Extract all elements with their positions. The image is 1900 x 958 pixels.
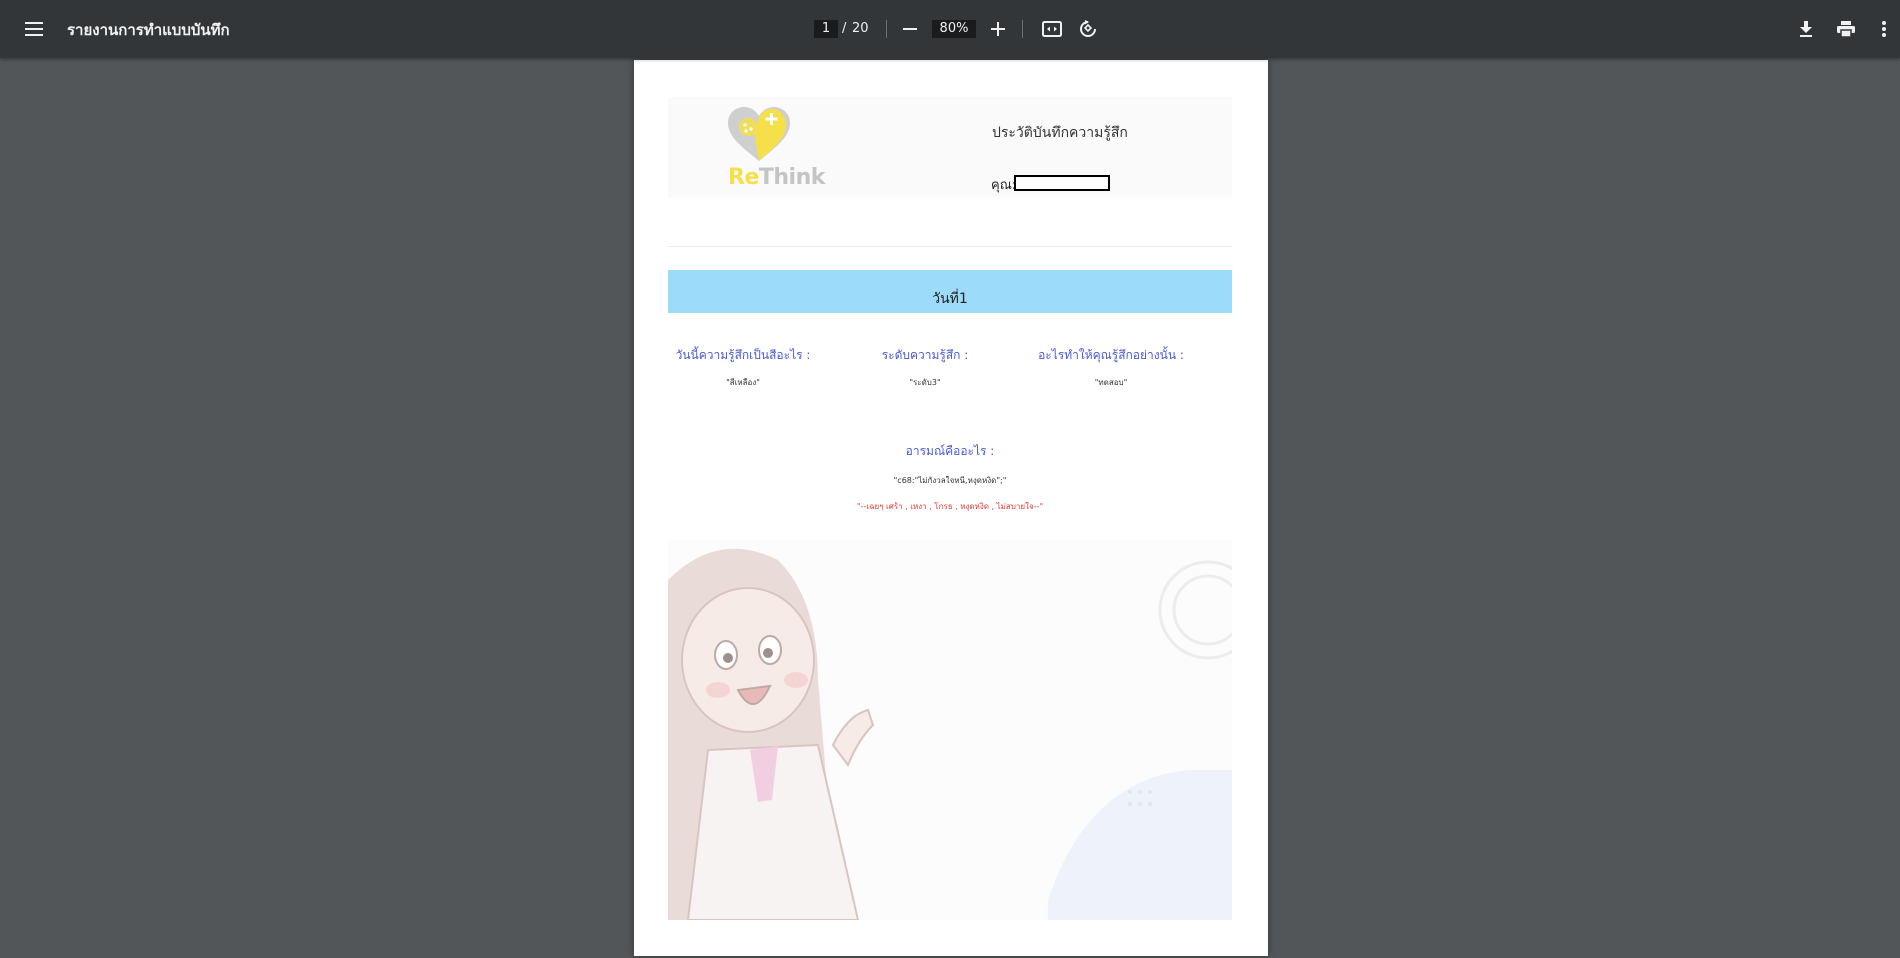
emotion-answer: "c68:"ไม่กังวลใจหนี,หงุดหงิด";" bbox=[893, 476, 1007, 485]
emotion-question: อารมณ์คืออะไร : bbox=[905, 444, 995, 458]
minus-icon bbox=[903, 28, 917, 30]
color-question: วันนี้ความรู้สึกเป็นสีอะไร : bbox=[675, 348, 811, 362]
zoom-input[interactable]: 80% bbox=[932, 20, 976, 38]
fit-to-page-icon bbox=[1042, 21, 1062, 37]
print-icon bbox=[1837, 21, 1855, 37]
color-answer: "สีเหลือง" bbox=[726, 378, 760, 387]
emotion-note: "--เฉยๆ เศร้า , เหงา , โกรธ , หงุดหงิด ,… bbox=[856, 502, 1044, 511]
rotate-icon bbox=[1080, 20, 1096, 37]
menu-icon[interactable] bbox=[18, 13, 50, 45]
day-banner: วันที่1 bbox=[668, 270, 1232, 313]
reason-question: อะไรทำให้คุณรู้สึกอย่างนั้น : bbox=[1038, 348, 1184, 362]
page-number-input[interactable]: 1 bbox=[814, 20, 838, 38]
toolbar-divider bbox=[1022, 20, 1023, 38]
name-label: คุณ: bbox=[991, 178, 1017, 193]
print-button[interactable] bbox=[1832, 15, 1860, 43]
day-label: วันที่1 bbox=[932, 291, 968, 307]
heart-logo-icon bbox=[728, 107, 790, 161]
rotate-button[interactable] bbox=[1074, 15, 1102, 43]
page-separator: / bbox=[842, 21, 847, 36]
zoom-out-button[interactable] bbox=[896, 15, 924, 43]
more-options-button[interactable] bbox=[1872, 15, 1896, 43]
plus-icon bbox=[991, 22, 1005, 36]
download-button[interactable] bbox=[1792, 15, 1820, 43]
logo-wordmark: ReThink bbox=[728, 165, 825, 190]
redacted-name bbox=[1014, 175, 1110, 191]
rethink-logo: ReThink bbox=[668, 97, 868, 197]
level-question: ระดับความรู้สึก : bbox=[881, 348, 969, 362]
reason-answer: "ทดสอบ" bbox=[1094, 378, 1128, 387]
header-divider bbox=[668, 246, 1232, 247]
toolbar-divider bbox=[886, 20, 887, 38]
document-title: รายงานการทำแบบบันทึก bbox=[67, 21, 230, 39]
doctor-illustration bbox=[668, 540, 1232, 920]
page-total: 20 bbox=[852, 21, 869, 36]
report-title: ประวัติบันทึกความรู้สึก bbox=[992, 125, 1128, 141]
level-answer: "ระดับ3" bbox=[909, 378, 941, 387]
more-vert-icon bbox=[1882, 21, 1886, 37]
pdf-toolbar: รายงานการทำแบบบันทึก 1 / 20 80% bbox=[0, 0, 1900, 58]
zoom-in-button[interactable] bbox=[984, 15, 1012, 43]
fit-to-page-button[interactable] bbox=[1038, 15, 1066, 43]
download-icon bbox=[1800, 21, 1812, 37]
pdf-page: ReThink ประวัติบันทึกความรู้สึก คุณ: วัน… bbox=[634, 60, 1268, 956]
